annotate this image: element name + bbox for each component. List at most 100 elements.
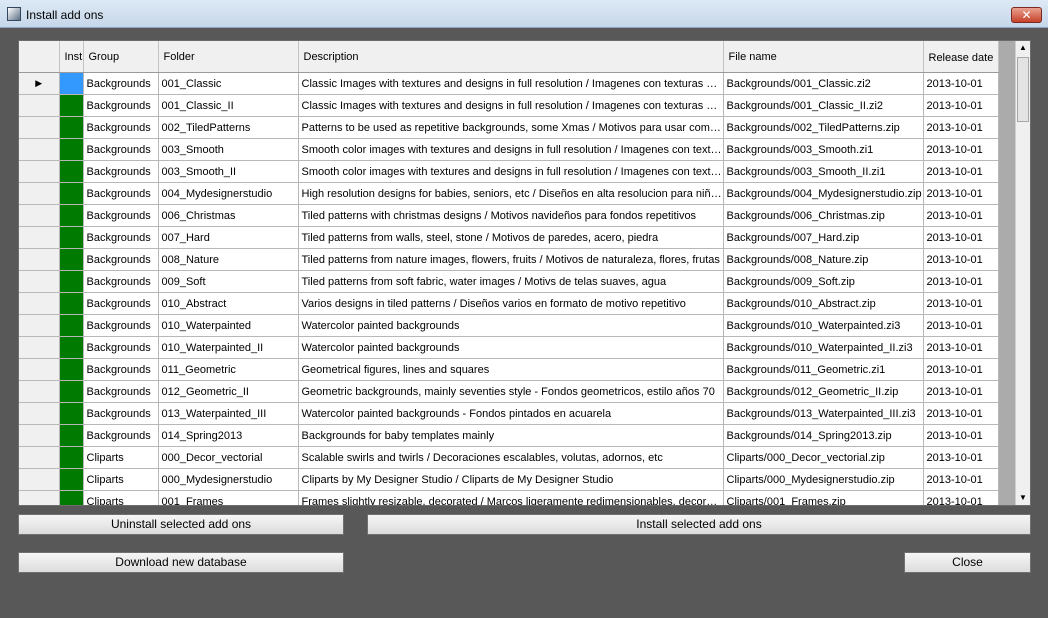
download-database-button[interactable]: Download new database [18,552,344,573]
group-cell: Backgrounds [83,94,159,117]
row-header[interactable] [19,182,60,205]
install-status-cell[interactable] [59,138,84,161]
table-row[interactable]: Cliparts 001_Frames Frames slightly resiza… [19,490,999,505]
column-header-file-name[interactable]: File name [723,41,924,73]
row-header[interactable] [19,226,60,249]
install-status-cell[interactable] [59,336,84,359]
table-row[interactable]: Backgrounds 013_Waterpainted_III Watercolo… [19,402,999,425]
install-status-cell[interactable] [59,248,84,271]
table-row[interactable]: Backgrounds 004_Mydesignerstudio High reso… [19,182,999,205]
column-header-description[interactable]: Description [298,41,724,73]
vertical-scrollbar[interactable]: ▲ ▼ [1015,41,1030,505]
folder-cell: 006_Christmas [158,204,299,227]
install-selected-button[interactable]: Install selected add ons [367,514,1031,535]
row-header[interactable] [19,160,60,183]
table-row[interactable]: Backgrounds 010_Abstract Varios designs in… [19,292,999,315]
table-row[interactable]: Backgrounds 001_Classic_II Classic Images … [19,94,999,117]
description-cell: Frames slightly resizable, decorated / M… [298,490,724,505]
install-status-cell[interactable] [59,424,84,447]
table-row[interactable]: Backgrounds 008_Nature Tiled patterns from… [19,248,999,271]
install-status-cell[interactable] [59,94,84,117]
row-header[interactable] [19,138,60,161]
row-header[interactable] [19,402,60,425]
row-header[interactable] [19,468,60,491]
table-row[interactable]: Backgrounds 002_TiledPatterns Patterns to … [19,116,999,139]
column-header-release-date[interactable]: Release date [923,41,999,73]
group-cell: Backgrounds [83,314,159,337]
install-status-cell[interactable] [59,402,84,425]
install-status-cell[interactable] [59,160,84,183]
release-date-cell: 2013-10-01 [923,226,999,249]
install-status-cell[interactable] [59,314,84,337]
folder-cell: 004_Mydesignerstudio [158,182,299,205]
scroll-thumb[interactable] [1017,57,1029,122]
scroll-down-arrow-icon[interactable]: ▼ [1016,491,1030,505]
install-status-cell[interactable] [59,380,84,403]
release-date-cell: 2013-10-01 [923,380,999,403]
table-row[interactable]: ▶ Backgrounds 001_Classic Classic Images wi… [19,72,999,95]
row-header[interactable] [19,314,60,337]
table-row[interactable]: Backgrounds 014_Spring2013 Backgrounds for… [19,424,999,447]
file-name-cell: Backgrounds/006_Christmas.zip [723,204,924,227]
install-status-cell[interactable] [59,358,84,381]
table-row[interactable]: Backgrounds 003_Smooth_II Smooth color ima… [19,160,999,183]
window-title: Install add ons [26,8,104,22]
folder-cell: 014_Spring2013 [158,424,299,447]
scroll-up-arrow-icon[interactable]: ▲ [1016,41,1030,55]
install-status-cell[interactable] [59,490,84,505]
table-row[interactable]: Backgrounds 010_Waterpainted Watercolor pa… [19,314,999,337]
install-status-cell[interactable] [59,72,84,95]
description-cell: Patterns to be used as repetitive backgr… [298,116,724,139]
row-header[interactable] [19,336,60,359]
table-row[interactable]: Backgrounds 007_Hard Tiled patterns from w… [19,226,999,249]
row-header[interactable] [19,424,60,447]
column-header-inst[interactable]: Inst [59,41,84,73]
install-status-cell[interactable] [59,116,84,139]
install-status-cell[interactable] [59,270,84,293]
description-cell: Geometric backgrounds, mainly seventies … [298,380,724,403]
row-header[interactable] [19,446,60,469]
row-header[interactable] [19,270,60,293]
close-button[interactable]: Close [904,552,1031,573]
folder-cell: 001_Frames [158,490,299,505]
row-header[interactable] [19,292,60,315]
install-status-cell[interactable] [59,446,84,469]
release-date-cell: 2013-10-01 [923,204,999,227]
install-status-cell[interactable] [59,292,84,315]
row-header[interactable] [19,204,60,227]
folder-cell: 003_Smooth_II [158,160,299,183]
column-header-group[interactable]: Group [83,41,159,73]
folder-cell: 011_Geometric [158,358,299,381]
release-date-cell: 2013-10-01 [923,314,999,337]
row-header[interactable]: ▶ [19,72,60,95]
install-status-cell[interactable] [59,226,84,249]
description-cell: Watercolor painted backgrounds [298,314,724,337]
window-close-button[interactable]: ✕ [1011,7,1042,23]
row-header[interactable] [19,116,60,139]
install-status-cell[interactable] [59,468,84,491]
file-name-cell: Backgrounds/003_Smooth.zi1 [723,138,924,161]
row-header[interactable] [19,358,60,381]
table-row[interactable]: Backgrounds 009_Soft Tiled patterns from s… [19,270,999,293]
table-row[interactable]: Backgrounds 011_Geometric Geometrical figu… [19,358,999,381]
row-header[interactable] [19,490,60,505]
folder-cell: 008_Nature [158,248,299,271]
column-header-folder[interactable]: Folder [158,41,299,73]
description-cell: Classic Images with textures and designs… [298,94,724,117]
table-row[interactable]: Backgrounds 012_Geometric_II Geometric bac… [19,380,999,403]
table-row[interactable]: Backgrounds 003_Smooth Smooth color images… [19,138,999,161]
file-name-cell: Cliparts/000_Decor_vectorial.zip [723,446,924,469]
row-header[interactable] [19,248,60,271]
table-row[interactable]: Backgrounds 006_Christmas Tiled patterns w… [19,204,999,227]
addons-grid[interactable]: Inst Group Folder Description File name … [18,40,1031,506]
table-row[interactable]: Backgrounds 010_Waterpainted_II Watercolor… [19,336,999,359]
row-header[interactable] [19,380,60,403]
row-header[interactable] [19,94,60,117]
install-status-cell[interactable] [59,204,84,227]
uninstall-selected-button[interactable]: Uninstall selected add ons [18,514,344,535]
table-row[interactable]: Cliparts 000_Mydesignerstudio Cliparts by … [19,468,999,491]
folder-cell: 001_Classic [158,72,299,95]
install-status-cell[interactable] [59,182,84,205]
table-row[interactable]: Cliparts 000_Decor_vectorial Scalable swir… [19,446,999,469]
group-cell: Backgrounds [83,292,159,315]
